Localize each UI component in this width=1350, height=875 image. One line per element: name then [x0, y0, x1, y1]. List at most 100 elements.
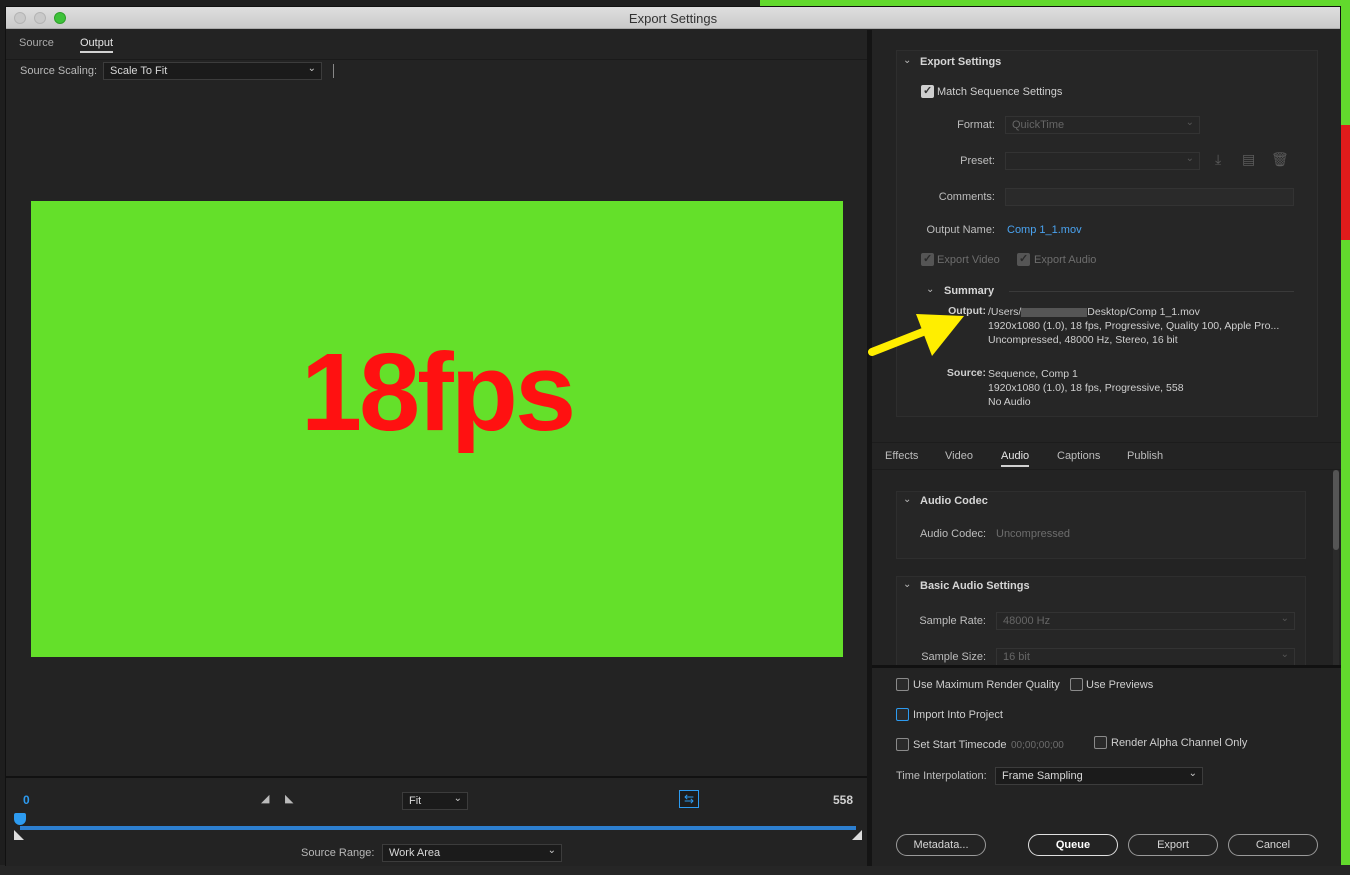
tab-captions[interactable]: Captions	[1057, 450, 1100, 462]
delete-preset-icon[interactable]: 🗑	[1271, 151, 1289, 168]
output-path-start: /Users/	[988, 306, 1022, 318]
redacted-username	[1021, 307, 1088, 317]
collapse-caret-icon[interactable]: ⌄	[903, 494, 911, 505]
max-render-quality-checkbox[interactable]	[896, 678, 909, 691]
settings-scrollbar[interactable]	[1333, 470, 1339, 665]
use-previews-checkbox[interactable]	[1070, 678, 1083, 691]
source-scaling-label: Source Scaling:	[20, 65, 98, 77]
background-timeline-strip	[0, 865, 1350, 875]
aspect-ratio-correction-icon[interactable]: ⇆	[679, 790, 699, 808]
audio-codec-value[interactable]: Uncompressed	[996, 528, 1070, 540]
format-value: QuickTime	[1012, 119, 1065, 131]
preset-label: Preset:	[960, 155, 995, 167]
source-scaling-dropdown[interactable]: Scale To Fit ⌄	[103, 62, 322, 80]
summary-divider	[1009, 291, 1294, 292]
options-divider	[872, 665, 1341, 668]
title-bar: Export Settings	[6, 7, 1340, 29]
output-name-label: Output Name:	[926, 224, 995, 236]
tab-output[interactable]: Output	[80, 37, 114, 53]
collapse-caret-icon[interactable]: ⌄	[903, 55, 911, 66]
summary-caret-icon[interactable]: ⌄	[926, 284, 934, 295]
preset-dropdown[interactable]: ⌄	[1005, 152, 1200, 170]
tab-publish[interactable]: Publish	[1127, 450, 1163, 462]
source-range-label: Source Range:	[301, 847, 375, 859]
playhead[interactable]	[14, 813, 26, 825]
preview-pane: Source Output Source Scaling: Scale To F…	[6, 30, 867, 866]
match-sequence-label: Match Sequence Settings	[937, 86, 1063, 98]
time-interpolation-label: Time Interpolation:	[896, 770, 987, 782]
audio-codec-title: Audio Codec	[920, 495, 988, 507]
cancel-button[interactable]: Cancel	[1228, 834, 1318, 856]
import-preset-icon[interactable]: ▤	[1242, 151, 1255, 168]
time-interpolation-value: Frame Sampling	[1002, 770, 1083, 782]
comments-label: Comments:	[938, 191, 995, 203]
source-range-row: Source Range: Work Area ⌄	[6, 840, 867, 862]
summary-source-key: Source:	[946, 367, 986, 379]
scrollbar-thumb[interactable]	[1333, 470, 1339, 550]
basic-audio-panel: ⌄ Basic Audio Settings Sample Rate: 4800…	[896, 576, 1306, 668]
time-interpolation-dropdown[interactable]: Frame Sampling ⌄	[995, 767, 1203, 785]
source-scaling-value: Scale To Fit	[110, 65, 168, 77]
sample-size-value: 16 bit	[1003, 651, 1030, 663]
chevron-down-icon: ⌄	[1185, 117, 1194, 128]
tab-source[interactable]: Source	[19, 37, 54, 49]
render-alpha-checkbox[interactable]	[1094, 736, 1107, 749]
export-video-checkbox[interactable]	[921, 252, 934, 266]
export-audio-checkbox[interactable]	[1017, 252, 1030, 266]
tab-audio[interactable]: Audio	[1001, 450, 1030, 467]
export-button[interactable]: Export	[1128, 834, 1218, 856]
set-start-timecode-label: Set Start Timecode	[913, 739, 1007, 751]
chevron-down-icon: ⌄	[1185, 153, 1194, 164]
zoom-fit-dropdown[interactable]: Fit ⌄	[402, 792, 468, 810]
format-dropdown[interactable]: QuickTime ⌄	[1005, 116, 1200, 134]
export-video-label: Export Video	[937, 254, 1000, 266]
settings-pane: ⌄ Export Settings Match Sequence Setting…	[872, 30, 1341, 866]
export-settings-panel: ⌄ Export Settings Match Sequence Setting…	[896, 50, 1318, 417]
tab-video[interactable]: Video	[945, 450, 973, 462]
metadata-button[interactable]: Metadata...	[896, 834, 986, 856]
output-video-summary: 1920x1080 (1.0), 18 fps, Progressive, Qu…	[988, 320, 1280, 332]
audio-codec-label: Audio Codec:	[919, 528, 986, 540]
preview-frame-text: 18fps	[300, 331, 576, 454]
max-render-quality-label: Use Maximum Render Quality	[913, 679, 1060, 691]
sample-size-label: Sample Size:	[921, 651, 986, 663]
timeline-controls: 0 ◢ ◣ Fit ⌄ ⇆ 558 Source Range: Work Are…	[6, 776, 867, 866]
match-sequence-checkbox[interactable]	[921, 84, 934, 98]
output-path-end: Desktop/Comp 1_1.mov	[1087, 306, 1200, 318]
source-range-value: Work Area	[389, 847, 441, 859]
chevron-down-icon: ⌄	[307, 63, 316, 74]
set-out-point-icon[interactable]: ◣	[285, 792, 293, 805]
import-into-project-checkbox[interactable]	[896, 708, 909, 721]
collapse-caret-icon[interactable]: ⌄	[903, 579, 911, 590]
chevron-down-icon: ⌄	[1280, 649, 1289, 660]
export-audio-label: Export Audio	[1034, 254, 1097, 266]
in-point-handle[interactable]	[14, 830, 24, 840]
export-settings-window: Export Settings Source Output Source Sca…	[5, 6, 1341, 866]
queue-button[interactable]: Queue	[1028, 834, 1118, 856]
source-range-dropdown[interactable]: Work Area ⌄	[382, 844, 562, 862]
timeline-track[interactable]	[20, 826, 856, 830]
tab-effects[interactable]: Effects	[885, 450, 918, 462]
output-name-link[interactable]: Comp 1_1.mov	[1007, 224, 1082, 236]
source-audio-summary: No Audio	[988, 396, 1031, 408]
start-timecode-value[interactable]: 00;00;00;00	[1011, 740, 1064, 751]
import-into-project-label: Import Into Project	[913, 709, 1003, 721]
in-timecode[interactable]: 0	[23, 793, 30, 807]
chevron-down-icon: ⌄	[547, 845, 556, 856]
out-point-handle[interactable]	[852, 830, 862, 840]
sample-rate-label: Sample Rate:	[919, 615, 986, 627]
source-sequence: Sequence, Comp 1	[988, 368, 1078, 380]
sample-rate-dropdown[interactable]: 48000 Hz ⌄	[996, 612, 1295, 630]
chevron-down-icon: ⌄	[1280, 613, 1289, 624]
sample-size-dropdown[interactable]: 16 bit ⌄	[996, 648, 1295, 666]
set-in-point-icon[interactable]: ◢	[261, 792, 269, 805]
set-start-timecode-checkbox[interactable]	[896, 738, 909, 751]
comments-input[interactable]	[1005, 188, 1294, 206]
out-timecode[interactable]: 558	[833, 793, 853, 807]
summary-title: Summary	[944, 285, 995, 297]
use-previews-label: Use Previews	[1086, 679, 1154, 691]
summary-source-value: Sequence, Comp 1 1920x1080 (1.0), 18 fps…	[988, 367, 1184, 409]
save-preset-icon[interactable]: ⤓	[1215, 151, 1221, 168]
source-video-summary: 1920x1080 (1.0), 18 fps, Progressive, 55…	[988, 382, 1184, 394]
basic-audio-title: Basic Audio Settings	[920, 580, 1030, 592]
